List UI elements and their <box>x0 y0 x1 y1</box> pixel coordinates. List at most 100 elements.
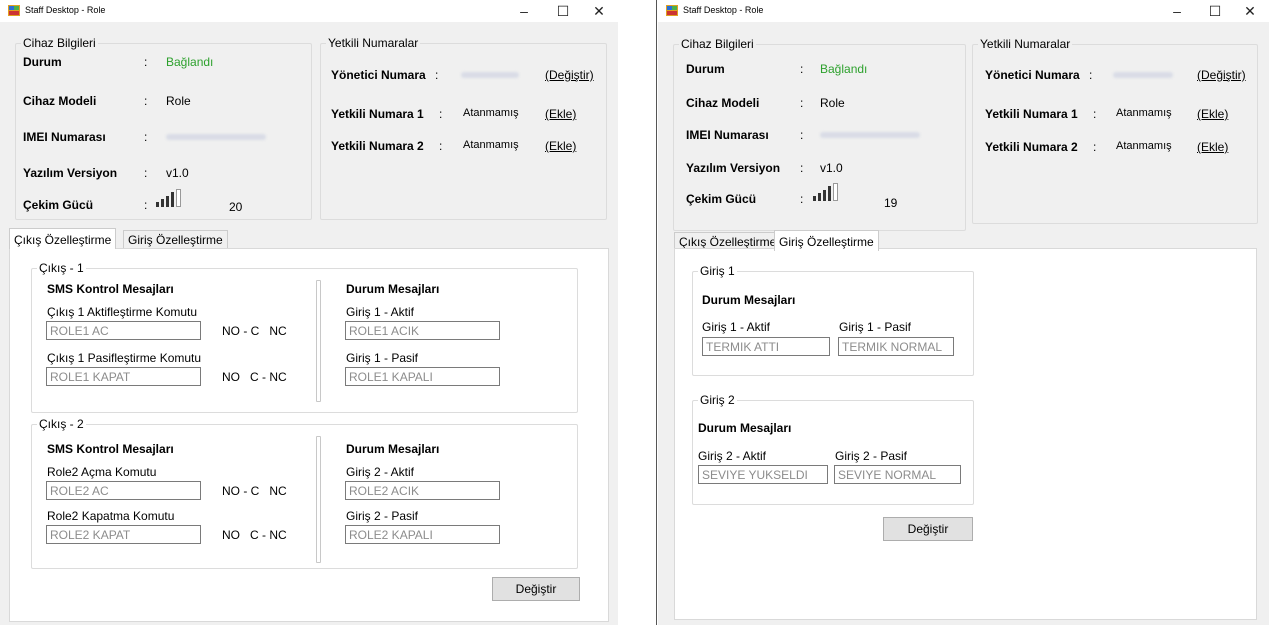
colon: : <box>800 128 804 142</box>
add-auth-2-link[interactable]: (Ekle) <box>1197 140 1228 154</box>
output-on-label: Role2 Açma Komutu <box>47 465 157 479</box>
change-button[interactable]: Değiştir <box>883 517 973 541</box>
authorized-numbers-group: Yetkili Numaralar Yönetici Numara : (Değ… <box>320 36 607 220</box>
minimize-button[interactable]: – <box>510 2 538 20</box>
add-auth-1-link[interactable]: (Ekle) <box>545 107 576 121</box>
vertical-separator <box>316 280 321 402</box>
group-title: Çıkış - 2 <box>37 417 86 431</box>
input-passive-field[interactable]: SEVIYE NORMAL <box>834 465 961 484</box>
colon: : <box>1093 140 1097 154</box>
output-off-label: Çıkış 1 Pasifleştirme Komutu <box>47 351 202 365</box>
add-auth-2-link[interactable]: (Ekle) <box>545 139 576 153</box>
window-divider <box>656 0 657 625</box>
colon: : <box>144 198 148 212</box>
signal-value: 20 <box>229 200 243 214</box>
tab-output-customization[interactable]: Çıkış Özelleştirme <box>9 228 117 249</box>
maximize-button[interactable]: ☐ <box>549 2 577 20</box>
input-passive-label: Giriş 1 - Pasif <box>839 320 912 334</box>
software-label: Yazılım Versiyon <box>686 161 781 175</box>
imei-value-redacted <box>166 134 266 140</box>
admin-number-label: Yönetici Numara <box>331 68 426 82</box>
colon: : <box>144 94 148 108</box>
tab-content-input: Giriş 1 Durum Mesajları Giriş 1 - Aktif … <box>674 248 1257 620</box>
colon: : <box>144 130 148 144</box>
title-bar[interactable]: Staff Desktop - Role – ☐ ✕ <box>658 0 1269 22</box>
output-off-input[interactable]: ROLE2 KAPAT <box>46 525 201 544</box>
software-value: v1.0 <box>166 166 189 180</box>
auth-number-1-label: Yetkili Numara 1 <box>985 107 1078 121</box>
right-window: Staff Desktop - Role – ☐ ✕ Cihaz Bilgile… <box>658 0 1269 625</box>
input-1-group: Giriş 1 Durum Mesajları Giriş 1 - Aktif … <box>692 264 974 376</box>
window-client: Cihaz Bilgileri Durum : Bağlandı Cihaz M… <box>0 22 618 625</box>
tab-input-customization[interactable]: Giriş Özelleştirme <box>774 230 879 251</box>
group-title: Cihaz Bilgileri <box>679 37 756 51</box>
tab-bar: Çıkış Özelleştirme Giriş Özelleştirme <box>9 228 609 250</box>
signal-value: 19 <box>884 196 898 210</box>
output-off-mode: NO C - NC <box>222 528 287 542</box>
admin-number-redacted <box>1113 72 1173 78</box>
colon: : <box>439 139 443 153</box>
signal-strength-icon <box>156 189 196 207</box>
software-label: Yazılım Versiyon <box>23 166 118 180</box>
change-admin-link[interactable]: (Değiştir) <box>1197 68 1246 82</box>
input-active-label: Giriş 1 - Aktif <box>702 320 771 334</box>
close-button[interactable]: ✕ <box>1236 2 1264 20</box>
left-window: Staff Desktop - Role – ☐ ✕ Cihaz Bilgile… <box>0 0 618 625</box>
auth-number-2-value: Atanmamış <box>1116 140 1172 152</box>
minimize-button[interactable]: – <box>1163 2 1191 20</box>
maximize-button[interactable]: ☐ <box>1201 2 1229 20</box>
model-label: Cihaz Modeli <box>23 94 97 108</box>
status-passive-input[interactable]: ROLE1 KAPALI <box>345 367 500 386</box>
imei-value-redacted <box>820 132 920 138</box>
status-active-label: Giriş 1 - Aktif <box>346 305 415 319</box>
input-passive-field[interactable]: TERMIK NORMAL <box>838 337 954 356</box>
group-title: Yetkili Numaralar <box>978 37 1073 51</box>
colon: : <box>1089 68 1093 82</box>
model-label: Cihaz Modeli <box>686 96 760 110</box>
vertical-separator <box>316 436 321 563</box>
signal-strength-icon <box>813 183 853 201</box>
colon: : <box>144 166 148 180</box>
auth-number-2-label: Yetkili Numara 2 <box>985 140 1078 154</box>
output-on-input[interactable]: ROLE1 AC <box>46 321 201 340</box>
model-value: Role <box>166 94 191 108</box>
add-auth-1-link[interactable]: (Ekle) <box>1197 107 1228 121</box>
output-1-group: Çıkış - 1 SMS Kontrol Mesajları Çıkış 1 … <box>31 261 578 413</box>
device-info-group: Cihaz Bilgileri Durum : Bağlandı Cihaz M… <box>673 37 966 231</box>
input-2-group: Giriş 2 Durum Mesajları Giriş 2 - Aktif … <box>692 393 974 505</box>
sms-control-heading: SMS Kontrol Mesajları <box>47 442 174 456</box>
colon: : <box>1093 107 1097 121</box>
status-value: Bağlandı <box>166 55 214 69</box>
input-active-field[interactable]: SEVIYE YUKSELDI <box>698 465 828 484</box>
window-client: Cihaz Bilgileri Durum : Bağlandı Cihaz M… <box>658 22 1269 625</box>
output-off-input[interactable]: ROLE1 KAPAT <box>46 367 201 386</box>
status-active-input[interactable]: ROLE2 ACIK <box>345 481 500 500</box>
status-passive-label: Giriş 1 - Pasif <box>346 351 419 365</box>
app-icon <box>666 5 678 16</box>
auth-number-1-label: Yetkili Numara 1 <box>331 107 424 121</box>
output-off-mode: NO C - NC <box>222 370 287 384</box>
auth-number-1-value: Atanmamış <box>1116 107 1172 119</box>
output-on-input[interactable]: ROLE2 AC <box>46 481 201 500</box>
output-2-group: Çıkış - 2 SMS Kontrol Mesajları Role2 Aç… <box>31 417 578 569</box>
tab-input-customization[interactable]: Giriş Özelleştirme <box>123 230 228 249</box>
group-title: Cihaz Bilgileri <box>21 36 98 50</box>
output-on-mode: NO - C NC <box>222 484 287 498</box>
status-passive-input[interactable]: ROLE2 KAPALI <box>345 525 500 544</box>
close-button[interactable]: ✕ <box>585 2 613 20</box>
status-passive-label: Giriş 2 - Pasif <box>346 509 419 523</box>
model-value: Role <box>820 96 845 110</box>
colon: : <box>439 107 443 121</box>
input-active-label: Giriş 2 - Aktif <box>698 449 767 463</box>
change-button[interactable]: Değiştir <box>492 577 580 601</box>
status-active-label: Giriş 2 - Aktif <box>346 465 415 479</box>
auth-number-1-value: Atanmamış <box>463 107 519 119</box>
status-messages-heading: Durum Mesajları <box>346 442 440 456</box>
device-info-group: Cihaz Bilgileri Durum : Bağlandı Cihaz M… <box>15 36 312 220</box>
status-value: Bağlandı <box>820 62 868 76</box>
software-value: v1.0 <box>820 161 843 175</box>
status-active-input[interactable]: ROLE1 ACIK <box>345 321 500 340</box>
title-bar[interactable]: Staff Desktop - Role – ☐ ✕ <box>0 0 618 22</box>
input-active-field[interactable]: TERMIK ATTI <box>702 337 830 356</box>
change-admin-link[interactable]: (Değiştir) <box>545 68 594 82</box>
